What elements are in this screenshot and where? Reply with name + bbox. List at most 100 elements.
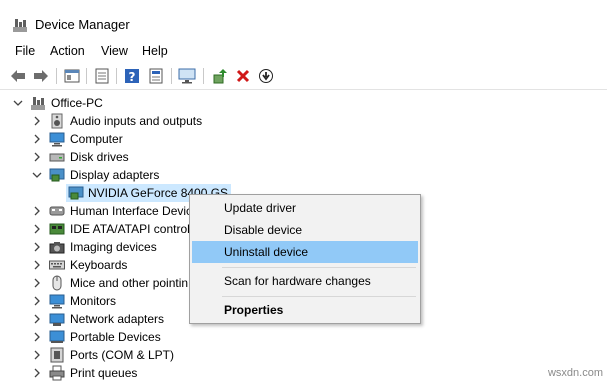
tree-item-ide-ata[interactable]: IDE ATA/ATAPI control: [0, 220, 190, 238]
chevron-right-icon[interactable]: [32, 278, 42, 288]
menu-help[interactable]: Help: [142, 44, 168, 58]
menu-file[interactable]: File: [15, 44, 35, 58]
tree-item-label: Mice and other pointin: [70, 276, 189, 290]
device-manager-icon: [13, 19, 27, 32]
computer-icon: [49, 132, 65, 147]
tree-item-network-adapters[interactable]: Network adapters: [0, 310, 190, 328]
tree-item-monitors[interactable]: Monitors: [0, 292, 190, 310]
tree-item-human-interface[interactable]: Human Interface Devic: [0, 202, 193, 220]
watermark: wsxdn.com: [547, 367, 603, 379]
menu-item-label: Properties: [224, 303, 284, 317]
chevron-right-icon[interactable]: [32, 242, 42, 252]
menu-separator: [222, 296, 416, 297]
menu-separator: [222, 267, 416, 268]
chevron-right-icon[interactable]: [32, 332, 42, 342]
tree-item-audio[interactable]: Audio inputs and outputs: [0, 112, 300, 130]
display-adapter-icon: [49, 168, 65, 182]
forward-arrow-icon[interactable]: [32, 67, 50, 85]
tree-item-label: Display adapters: [70, 168, 160, 182]
camera-icon: [49, 242, 65, 254]
toolbar-separator: [116, 68, 117, 84]
chevron-right-icon[interactable]: [32, 260, 42, 270]
title-bar: Device Manager: [0, 0, 607, 40]
monitor-icon[interactable]: [178, 67, 196, 85]
menu-item-properties[interactable]: Properties: [192, 299, 418, 321]
chevron-down-icon[interactable]: [32, 170, 42, 180]
tree-item-label: Portable Devices: [70, 330, 161, 344]
keyboard-icon: [49, 260, 65, 270]
computer-root-icon: [31, 97, 45, 110]
update-driver-icon[interactable]: [211, 67, 229, 85]
tree-root[interactable]: Office-PC: [0, 94, 300, 112]
chevron-right-icon[interactable]: [32, 314, 42, 324]
toolbar-separator: [203, 68, 204, 84]
menu-item-scan-hardware[interactable]: Scan for hardware changes: [192, 270, 418, 292]
menu-bar: File Action View Help: [0, 40, 607, 62]
tree-item-label: Human Interface Devic: [70, 204, 193, 218]
chevron-right-icon[interactable]: [32, 116, 42, 126]
mouse-icon: [52, 275, 62, 291]
uninstall-icon[interactable]: [234, 67, 252, 85]
tree-item-display-adapters[interactable]: Display adapters: [0, 166, 300, 184]
menu-action[interactable]: Action: [50, 44, 85, 58]
tree-item-keyboards[interactable]: Keyboards: [0, 256, 190, 274]
printer-icon: [49, 365, 65, 381]
tree-item-print-queues[interactable]: Print queues: [0, 364, 190, 382]
menu-item-label: Update driver: [224, 201, 297, 215]
menu-item-label: Disable device: [224, 223, 303, 237]
svg-text:?: ?: [129, 70, 136, 84]
show-hide-tree-icon[interactable]: [63, 67, 81, 85]
chevron-right-icon[interactable]: [32, 152, 42, 162]
tree-item-label: Keyboards: [70, 258, 128, 272]
menu-item-uninstall-device[interactable]: Uninstall device: [192, 241, 418, 263]
network-adapter-icon: [49, 313, 65, 326]
chevron-down-icon[interactable]: [13, 98, 23, 108]
monitor-icon: [49, 294, 65, 309]
tree-item-label: Ports (COM & LPT): [70, 348, 175, 362]
chevron-right-icon[interactable]: [32, 368, 42, 378]
tree-item-mice[interactable]: Mice and other pointin: [0, 274, 190, 292]
tree-item-label: Monitors: [70, 294, 117, 308]
disk-drive-icon: [49, 153, 65, 162]
menu-item-label: Scan for hardware changes: [224, 274, 371, 288]
tree-item-label: Network adapters: [70, 312, 165, 326]
enable-device-icon[interactable]: [257, 67, 275, 85]
tree-item-portable-devices[interactable]: Portable Devices: [0, 328, 190, 346]
tree-item-imaging-devices[interactable]: Imaging devices: [0, 238, 190, 256]
tree-item-disk-drives[interactable]: Disk drives: [0, 148, 300, 166]
tree-item-label: Imaging devices: [70, 240, 157, 254]
tree-item-computer[interactable]: Computer: [0, 130, 300, 148]
tree-item-label: Print queues: [70, 366, 138, 380]
context-menu: Update driver Disable device Uninstall d…: [189, 194, 421, 324]
back-arrow-icon[interactable]: [9, 67, 27, 85]
tree-root-label: Office-PC: [51, 96, 103, 110]
tree-item-label: Disk drives: [70, 150, 129, 164]
chevron-right-icon[interactable]: [32, 350, 42, 360]
window-title: Device Manager: [35, 17, 130, 32]
tree-item-label: Audio inputs and outputs: [70, 114, 203, 128]
port-icon: [50, 347, 64, 363]
tree-item-label: Computer: [70, 132, 123, 146]
toolbar-separator: [56, 68, 57, 84]
menu-item-label: Uninstall device: [224, 245, 309, 259]
chevron-right-icon[interactable]: [32, 206, 42, 216]
tree-item-label: IDE ATA/ATAPI control: [70, 222, 190, 236]
chevron-right-icon[interactable]: [32, 296, 42, 306]
toolbar-separator: [86, 68, 87, 84]
help-icon[interactable]: ?: [123, 67, 141, 85]
chevron-right-icon[interactable]: [32, 224, 42, 234]
toolbar-separator: [171, 68, 172, 84]
device-view-icon[interactable]: [147, 67, 165, 85]
hid-icon: [49, 206, 65, 216]
speaker-icon: [51, 113, 63, 129]
menu-item-update-driver[interactable]: Update driver: [192, 197, 418, 219]
portable-device-icon: [49, 330, 65, 343]
ide-controller-icon: [49, 223, 65, 235]
menu-item-disable-device[interactable]: Disable device: [192, 219, 418, 241]
toolbar: ?: [0, 62, 607, 90]
display-adapter-icon: [68, 186, 84, 200]
chevron-right-icon[interactable]: [32, 134, 42, 144]
menu-view[interactable]: View: [101, 44, 128, 58]
properties-icon[interactable]: [93, 67, 111, 85]
tree-item-ports[interactable]: Ports (COM & LPT): [0, 346, 190, 364]
